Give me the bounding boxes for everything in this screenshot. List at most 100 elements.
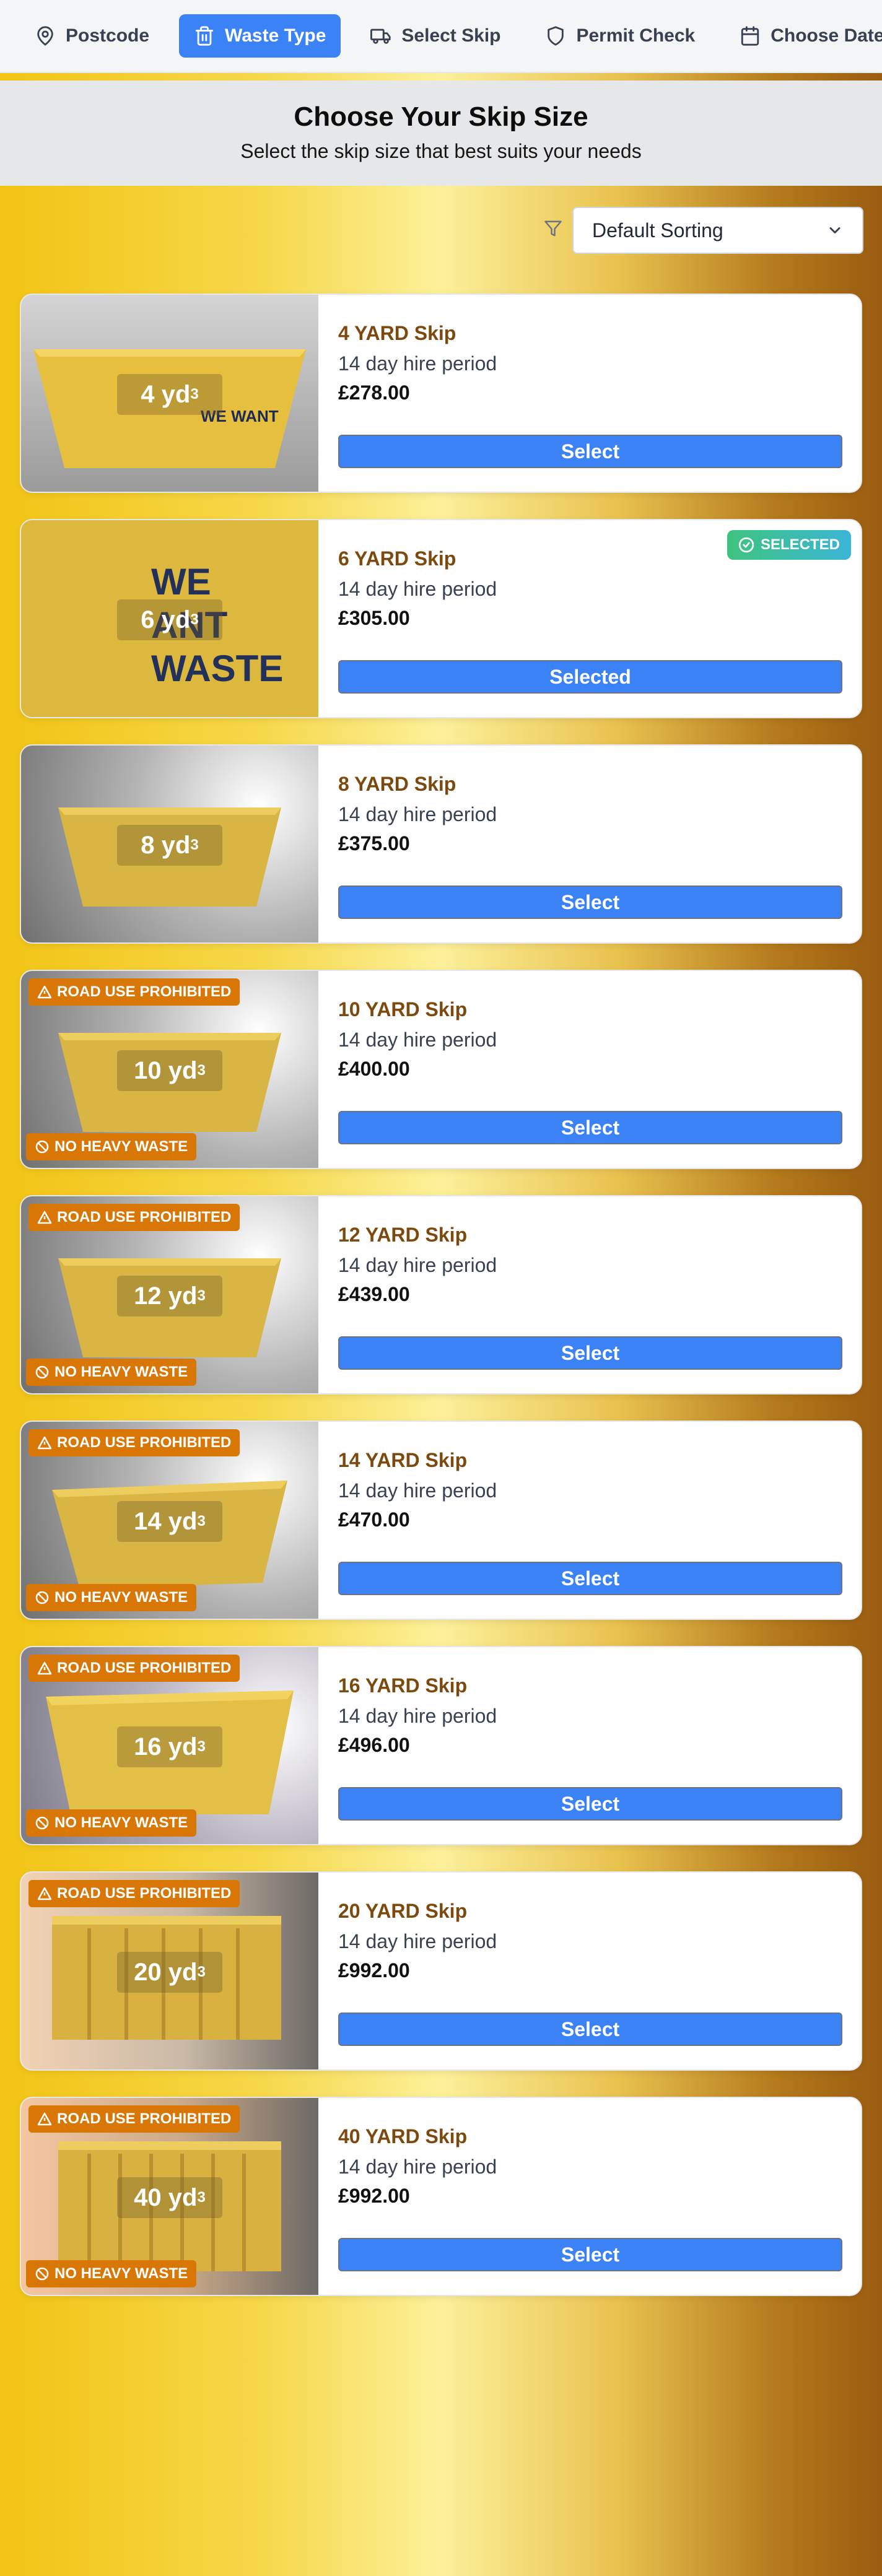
- select-button[interactable]: Select: [338, 886, 842, 919]
- skip-details: 12 YARD Skip 14 day hire period £439.00: [338, 1224, 846, 1306]
- step-permit-check[interactable]: Permit Check: [530, 14, 710, 58]
- select-button[interactable]: Select: [338, 1787, 842, 1821]
- skip-hire-period: 14 day hire period: [338, 1930, 497, 1952]
- skip-price: £992.00: [338, 1959, 410, 1982]
- skip-hire-period: 14 day hire period: [338, 1479, 497, 1502]
- sort-select[interactable]: Default Sorting: [572, 207, 863, 254]
- no-heavy-waste-badge: NO HEAVY WASTE: [26, 1133, 197, 1160]
- step-select-skip[interactable]: Select Skip: [356, 14, 515, 58]
- calendar-icon: [741, 26, 759, 46]
- page-subtitle: Select the skip size that best suits you…: [240, 140, 642, 162]
- skip-hire-period: 14 day hire period: [338, 1705, 497, 1727]
- no-heavy-waste-badge: NO HEAVY WASTE: [26, 1359, 197, 1386]
- skip-card[interactable]: ROAD USE PROHIBITED 20 yd 3 20 YARD Skip …: [20, 1871, 862, 2071]
- skip-title: 40 YARD Skip: [338, 2125, 468, 2147]
- step-label: Postcode: [66, 25, 150, 46]
- warning-icon: [37, 1887, 52, 1900]
- skip-details: 20 YARD Skip 14 day hire period £992.00: [338, 1900, 846, 1982]
- skip-card[interactable]: ROAD USE PROHIBITED 14 yd 3 NO HEAVY WAST…: [20, 1421, 862, 1620]
- prohibited-icon: [35, 1591, 49, 1604]
- road-use-prohibited-badge: ROAD USE PROHIBITED: [28, 1204, 240, 1231]
- skip-hire-period: 14 day hire period: [338, 352, 497, 375]
- step-label: Permit Check: [576, 25, 696, 46]
- skip-title: 16 YARD Skip: [338, 1674, 468, 1697]
- skip-hire-period: 14 day hire period: [338, 1029, 497, 1051]
- select-button[interactable]: Select: [338, 435, 842, 468]
- skip-details: 40 YARD Skip 14 day hire period £992.00: [338, 2125, 846, 2208]
- filter-icon: [544, 220, 562, 237]
- skip-card[interactable]: ROAD USE PROHIBITED 10 yd 3 NO HEAVY WAST…: [20, 970, 862, 1169]
- skip-details: 8 YARD Skip 14 day hire period £375.00: [338, 773, 846, 855]
- skip-hire-period: 14 day hire period: [338, 2156, 497, 2178]
- skip-size-label: 10 yd 3: [117, 1050, 222, 1091]
- skip-details: 10 YARD Skip 14 day hire period £400.00: [338, 998, 846, 1081]
- selected-button[interactable]: Selected: [338, 660, 842, 694]
- road-use-prohibited-badge: ROAD USE PROHIBITED: [28, 2105, 240, 2133]
- skip-price: £439.00: [338, 1283, 410, 1305]
- skip-card[interactable]: ROAD USE PROHIBITED 40 yd 3 NO HEAVY WAST…: [20, 2097, 862, 2296]
- skip-price: £992.00: [338, 2185, 410, 2207]
- warning-icon: [37, 1436, 52, 1450]
- skip-title: 6 YARD Skip: [338, 547, 456, 570]
- shield-icon: [548, 26, 564, 46]
- skip-hire-period: 14 day hire period: [338, 578, 497, 600]
- select-button[interactable]: Select: [338, 1111, 842, 1144]
- step-postcode[interactable]: Postcode: [20, 14, 164, 58]
- skip-card[interactable]: ROAD USE PROHIBITED 12 yd 3 NO HEAVY WAST…: [20, 1195, 862, 1395]
- skip-title: 10 YARD Skip: [338, 998, 468, 1020]
- prohibited-icon: [35, 1365, 49, 1379]
- select-button[interactable]: Select: [338, 2238, 842, 2271]
- step-choose-date[interactable]: Choose Date: [725, 14, 882, 58]
- road-use-prohibited-badge: ROAD USE PROHIBITED: [28, 1429, 240, 1456]
- no-heavy-waste-badge: NO HEAVY WASTE: [26, 1809, 197, 1837]
- select-button[interactable]: Select: [338, 1336, 842, 1370]
- skip-card[interactable]: WE WANT 4 yd 3 4 YARD Skip 14 day hire pe…: [20, 294, 862, 493]
- no-heavy-waste-badge: NO HEAVY WASTE: [26, 2260, 197, 2287]
- skip-size-label: 40 yd 3: [117, 2177, 222, 2218]
- step-label: Select Skip: [401, 25, 501, 46]
- svg-text:WE: WE: [151, 561, 211, 603]
- skip-title: 14 YARD Skip: [338, 1449, 468, 1471]
- skip-size-label: 16 yd 3: [117, 1726, 222, 1767]
- svg-text:WASTE: WASTE: [151, 648, 283, 689]
- warning-icon: [37, 1211, 52, 1224]
- skip-card-selected[interactable]: WE ANT WASTE 6 yd 3 SELECTED 6 YARD Skip …: [20, 519, 862, 718]
- warning-icon: [37, 985, 52, 999]
- prohibited-icon: [35, 1140, 49, 1154]
- skip-title: 12 YARD Skip: [338, 1224, 468, 1246]
- skip-details: 4 YARD Skip 14 day hire period £278.00: [338, 322, 846, 404]
- skip-title: 8 YARD Skip: [338, 773, 456, 795]
- skip-price: £278.00: [338, 381, 410, 404]
- skip-list: WE WANT 4 yd 3 4 YARD Skip 14 day hire pe…: [20, 294, 862, 2322]
- skip-size-label: 4 yd 3: [117, 374, 222, 415]
- skip-card[interactable]: ROAD USE PROHIBITED 16 yd 3 NO HEAVY WAST…: [20, 1646, 862, 1845]
- skip-price: £470.00: [338, 1508, 410, 1531]
- skip-price: £400.00: [338, 1058, 410, 1080]
- skip-card[interactable]: 8 yd 3 8 YARD Skip 14 day hire period £37…: [20, 744, 862, 944]
- road-use-prohibited-badge: ROAD USE PROHIBITED: [28, 1880, 240, 1907]
- skip-price: £305.00: [338, 607, 410, 629]
- chevron-down-icon: [829, 227, 841, 233]
- skip-details: 16 YARD Skip 14 day hire period £496.00: [338, 1674, 846, 1757]
- skip-details: 6 YARD Skip 14 day hire period £305.00: [338, 547, 846, 630]
- skip-title: 20 YARD Skip: [338, 1900, 468, 1922]
- skip-hire-period: 14 day hire period: [338, 803, 497, 825]
- step-label: Choose Date: [771, 25, 882, 46]
- road-use-prohibited-badge: ROAD USE PROHIBITED: [28, 1655, 240, 1682]
- select-button[interactable]: Select: [338, 1562, 842, 1595]
- warning-icon: [37, 2112, 52, 2126]
- skip-size-label: 8 yd 3: [117, 825, 222, 866]
- page-header: Choose Your Skip Size Select the skip si…: [0, 80, 882, 186]
- truck-icon: [370, 28, 391, 44]
- map-pin-icon: [37, 26, 53, 46]
- warning-icon: [37, 1661, 52, 1675]
- skip-hire-period: 14 day hire period: [338, 1254, 497, 1276]
- skip-size-label: 12 yd 3: [117, 1276, 222, 1316]
- select-button[interactable]: Select: [338, 2012, 842, 2046]
- skip-size-label: 20 yd 3: [117, 1952, 222, 1993]
- prohibited-icon: [35, 1816, 49, 1830]
- step-waste-type[interactable]: Waste Type: [179, 14, 341, 58]
- skip-details: 14 YARD Skip 14 day hire period £470.00: [338, 1449, 846, 1531]
- no-heavy-waste-badge: NO HEAVY WASTE: [26, 1584, 197, 1611]
- skip-size-label: 6 yd 3: [117, 599, 222, 640]
